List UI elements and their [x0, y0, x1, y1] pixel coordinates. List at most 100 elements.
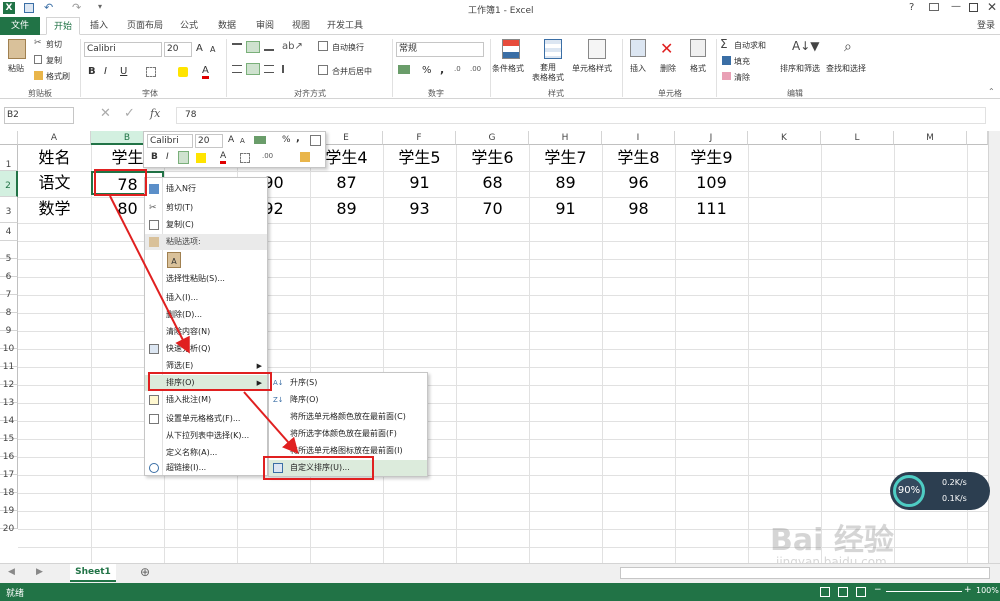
mini-comma-button[interactable]: , [296, 133, 300, 144]
number-format-dropdown[interactable]: 常规 [396, 42, 484, 57]
tab-view[interactable]: 视图 [284, 17, 318, 35]
zoom-out-button[interactable]: − [874, 585, 882, 595]
signin-link[interactable]: 登录 [972, 17, 1000, 35]
percent-button[interactable]: % [422, 65, 432, 76]
prev-sheet-icon[interactable]: ◀ [8, 567, 15, 577]
horizontal-scrollbar[interactable] [620, 567, 990, 579]
cell-g1[interactable]: 学生6 [456, 146, 529, 170]
align-bottom-icon[interactable] [264, 43, 274, 51]
name-box[interactable]: B2 [4, 107, 74, 124]
cell-i2[interactable]: 96 [602, 171, 675, 195]
mini-font-color-button[interactable]: A [220, 151, 227, 164]
row-header[interactable]: 19 [0, 493, 18, 516]
cell-g3[interactable]: 70 [456, 197, 529, 221]
redo-icon[interactable]: ↷ [72, 1, 81, 14]
delete-cells-button[interactable]: 删除 [660, 63, 676, 74]
align-center-icon[interactable] [246, 63, 260, 75]
row-header[interactable]: 16 [0, 439, 18, 462]
menu-copy[interactable]: 复制(C) [145, 217, 267, 233]
format-painter-button[interactable]: 格式刷 [46, 71, 70, 82]
align-middle-icon[interactable] [246, 41, 260, 53]
wrap-text-button[interactable]: 自动换行 [332, 42, 364, 53]
zoom-slider[interactable] [886, 591, 962, 592]
cell-f1[interactable]: 学生5 [383, 146, 456, 170]
row-header[interactable]: 9 [0, 313, 18, 336]
row-header[interactable]: 14 [0, 403, 18, 426]
column-header[interactable]: I [602, 131, 675, 145]
align-top-icon[interactable] [232, 43, 242, 51]
mini-font-dropdown[interactable]: Calibri [147, 134, 193, 148]
cell-i1[interactable]: 学生8 [602, 146, 675, 170]
mini-center-icon[interactable] [178, 151, 189, 164]
row-header[interactable]: 3 [0, 197, 18, 223]
cancel-formula-icon[interactable]: ✕ [100, 106, 111, 121]
menu-insert-rows[interactable]: 插入N行 [145, 181, 267, 197]
format-cells-button[interactable]: 格式 [690, 63, 706, 74]
row-header[interactable]: 12 [0, 367, 18, 390]
borders-icon[interactable] [146, 67, 156, 77]
mini-grow-font-button[interactable]: A [228, 135, 234, 145]
row-header[interactable]: 13 [0, 385, 18, 408]
menu-insert-comment[interactable]: 插入批注(M) [145, 392, 267, 408]
align-left-icon[interactable] [232, 65, 242, 73]
insert-cells-button[interactable]: 插入 [630, 63, 646, 74]
orientation-icon[interactable]: ab↗ [282, 41, 303, 52]
menu-format-cells[interactable]: 设置单元格格式(F)... [145, 411, 267, 427]
cell-styles-button[interactable]: 单元格样式 [572, 63, 612, 74]
cell-e2[interactable]: 87 [310, 171, 383, 195]
zoom-level[interactable]: 100% [976, 586, 999, 595]
row-header[interactable]: 6 [0, 259, 18, 282]
insert-function-icon[interactable]: fx [150, 107, 160, 120]
mini-percent-button[interactable]: % [282, 135, 291, 145]
column-header[interactable] [967, 131, 988, 145]
tab-data[interactable]: 数据 [210, 17, 244, 35]
autosum-button[interactable]: 自动求和 [734, 40, 766, 51]
font-color-button[interactable]: A [202, 65, 209, 79]
shrink-font-button[interactable]: A [210, 45, 215, 54]
cell-e3[interactable]: 89 [310, 197, 383, 221]
submenu-cell-color-top[interactable]: 将所选单元格颜色放在最前面(C) [269, 409, 427, 425]
page-layout-view-icon[interactable] [838, 587, 848, 597]
enter-formula-icon[interactable]: ✓ [124, 106, 135, 121]
add-sheet-icon[interactable]: ⊕ [140, 565, 150, 579]
paste-icon[interactable] [8, 39, 26, 59]
menu-hyperlink[interactable]: 超链接(I)... [145, 462, 267, 474]
paste-button[interactable]: 粘贴 [8, 63, 24, 74]
fill-color-icon[interactable] [178, 67, 188, 77]
row-header[interactable]: 2 [0, 171, 18, 197]
row-header[interactable]: 20 [0, 511, 18, 534]
find-select-button[interactable]: 查找和选择 [826, 63, 866, 74]
select-all-corner[interactable] [0, 131, 18, 145]
mini-format-painter-icon[interactable] [300, 152, 310, 162]
tab-page-layout[interactable]: 页面布局 [120, 17, 170, 35]
normal-view-icon[interactable] [820, 587, 830, 597]
mini-format-table-icon[interactable] [310, 135, 321, 146]
collapse-ribbon-icon[interactable]: ⌃ [988, 87, 995, 96]
sort-filter-button[interactable]: 排序和筛选 [780, 63, 820, 74]
cell-g2[interactable]: 68 [456, 171, 529, 195]
vertical-scrollbar[interactable] [988, 131, 1000, 563]
cell-a3[interactable]: 数学 [18, 197, 91, 221]
font-size-dropdown[interactable]: 20 [164, 42, 192, 57]
column-header[interactable]: K [748, 131, 821, 145]
tab-review[interactable]: 审阅 [248, 17, 282, 35]
mini-italic-button[interactable]: I [166, 152, 169, 162]
menu-define-name[interactable]: 定义名称(A)... [145, 445, 267, 461]
submenu-sort-descending[interactable]: Z↓ 降序(O) [269, 392, 427, 408]
font-name-dropdown[interactable]: Calibri [84, 42, 162, 57]
cell-a2[interactable]: 语文 [18, 171, 91, 195]
customize-qat-icon[interactable]: ▾ [98, 2, 102, 11]
menu-pick-from-list[interactable]: 从下拉列表中选择(K)... [145, 428, 267, 444]
column-header[interactable]: A [18, 131, 91, 145]
copy-button[interactable]: 复制 [46, 55, 62, 66]
cell-h3[interactable]: 91 [529, 197, 602, 221]
row-header[interactable]: 7 [0, 277, 18, 300]
cell-h2[interactable]: 89 [529, 171, 602, 195]
save-icon[interactable] [24, 3, 34, 13]
menu-cut[interactable]: ✂ 剪切(T) [145, 200, 267, 216]
submenu-font-color-top[interactable]: 将所选字体颜色放在最前面(F) [269, 426, 427, 442]
ribbon-display-icon[interactable] [929, 3, 939, 11]
format-as-table-button[interactable]: 套用 表格格式 [532, 63, 564, 83]
mini-accounting-icon[interactable] [254, 136, 266, 144]
italic-button[interactable]: I [104, 66, 107, 77]
